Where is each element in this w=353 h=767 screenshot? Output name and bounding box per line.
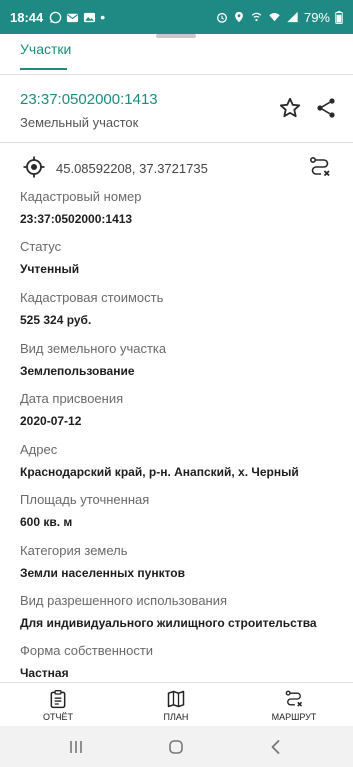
drag-handle[interactable] — [156, 34, 196, 38]
field-label: Форма собственности — [20, 643, 154, 658]
field-label: Адрес — [20, 442, 58, 457]
home-icon[interactable] — [168, 739, 184, 755]
signal-icon — [287, 11, 298, 23]
nav-report-button[interactable]: ОТЧЁТ — [18, 689, 98, 722]
field-label: Категория земель — [20, 543, 128, 558]
parcel-header: 23:37:0502000:1413 Земельный участок — [20, 91, 158, 130]
parcel-number: 23:37:0502000:1413 — [20, 91, 158, 108]
field-label: Статус — [20, 239, 62, 254]
field-address: Адрес Краснодарский край, р-н. Анапский,… — [20, 442, 340, 479]
parcel-type: Земельный участок — [20, 115, 139, 130]
field-label: Кадастровая стоимость — [20, 290, 164, 305]
status-bar: 18:44 • 79% — [0, 0, 353, 34]
wifi-call-icon — [251, 12, 262, 22]
sheet-header: Участки — [0, 34, 353, 74]
parcel-details-list[interactable]: Кадастровый номер 23:37:0502000:1413 Ста… — [20, 186, 340, 682]
battery-icon — [335, 10, 343, 24]
field-value: 23:37:0502000:1413 — [20, 212, 133, 226]
field-value: 2020-07-12 — [20, 414, 82, 428]
status-time: 18:44 — [10, 9, 44, 25]
gps-target-icon[interactable] — [22, 155, 46, 179]
route-icon — [285, 690, 303, 707]
field-value: Земли населенных пунктов — [20, 566, 186, 580]
field-label: Дата присвоения — [20, 391, 124, 406]
mail-icon — [67, 13, 79, 22]
field-value: 525 324 руб. — [20, 313, 92, 327]
field-permitted-use: Вид разрешенного использования Для индив… — [20, 593, 340, 630]
whatsapp-icon — [49, 11, 62, 23]
nav-report-label: ОТЧЁТ — [42, 712, 73, 722]
favorite-star-icon[interactable] — [278, 96, 302, 120]
coordinates-row: 45.08592208, 37.3721735 — [0, 152, 353, 184]
system-navigation-bar — [0, 726, 353, 767]
field-assignment-date: Дата присвоения 2020-07-12 — [20, 391, 340, 428]
field-land-type: Вид земельного участка Землепользование — [20, 341, 340, 378]
coordinates-text[interactable]: 45.08592208, 37.3721735 — [56, 161, 208, 176]
tab-indicator — [20, 68, 67, 70]
tab-parcels[interactable]: Участки — [20, 41, 71, 57]
divider — [0, 74, 353, 75]
field-value: Краснодарский край, р-н. Анапский, х. Че… — [20, 465, 299, 479]
field-value: Частная — [20, 666, 69, 680]
dot-icon: • — [100, 9, 106, 25]
alarm-icon — [217, 12, 227, 23]
nav-route-button[interactable]: МАРШРУТ — [254, 689, 334, 722]
field-area: Площадь уточненная 600 кв. м — [20, 492, 340, 529]
recent-apps-icon[interactable] — [68, 739, 84, 755]
wifi-icon — [269, 13, 280, 22]
field-ownership-form: Форма собственности Частная — [20, 643, 340, 680]
field-status: Статус Учтенный — [20, 239, 340, 276]
field-label: Кадастровый номер — [20, 189, 142, 204]
share-icon[interactable] — [314, 96, 338, 120]
nav-route-label: МАРШРУТ — [271, 712, 317, 722]
location-icon — [235, 11, 243, 23]
field-label: Вид земельного участка — [20, 341, 167, 356]
nav-map-button[interactable]: ПЛАН — [136, 689, 216, 722]
field-value: Учтенный — [20, 262, 80, 276]
field-value: Для индивидуального жилищного строительс… — [20, 616, 317, 630]
field-value: Землепользование — [20, 364, 135, 378]
battery-level: 79% — [303, 9, 330, 25]
back-icon[interactable] — [268, 739, 284, 755]
gallery-icon — [84, 12, 96, 22]
field-value: 600 кв. м — [20, 515, 73, 529]
field-label: Площадь уточненная — [20, 492, 150, 507]
route-clear-icon[interactable] — [308, 155, 332, 179]
bottom-navigation: ОТЧЁТ ПЛАН МАРШРУТ — [0, 682, 353, 726]
field-cadastral-number: Кадастровый номер 23:37:0502000:1413 — [20, 189, 340, 226]
field-cadastral-cost: Кадастровая стоимость 525 324 руб. — [20, 290, 340, 327]
field-land-category: Категория земель Земли населенных пункто… — [20, 543, 340, 580]
divider — [0, 142, 353, 143]
field-label: Вид разрешенного использования — [20, 593, 228, 608]
nav-map-label: ПЛАН — [163, 712, 189, 722]
map-icon — [167, 690, 185, 708]
report-icon — [50, 690, 66, 709]
